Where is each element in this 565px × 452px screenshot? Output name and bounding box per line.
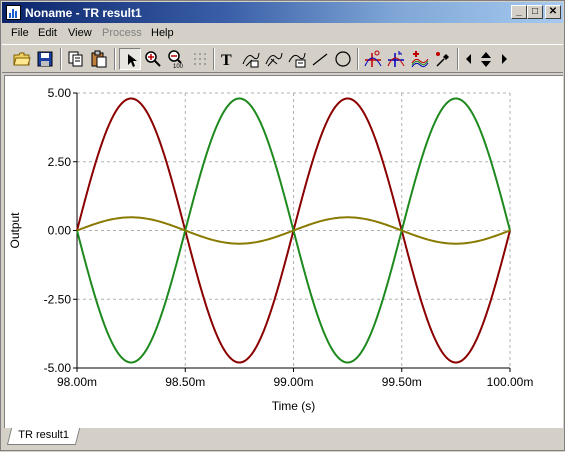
grid-button[interactable] (189, 48, 211, 70)
menu-edit[interactable]: Edit (38, 27, 57, 39)
open-folder-icon (13, 52, 31, 66)
copy-button[interactable] (65, 48, 87, 70)
cursor-a-button[interactable] (362, 48, 384, 70)
window-title: Noname - TR result1 (25, 6, 142, 20)
zoom-out-icon: 100 (168, 50, 184, 68)
zoom-in-button[interactable] (142, 48, 164, 70)
pan-up-down-button[interactable] (477, 48, 497, 70)
menu-bar: File Edit View Process Help (2, 24, 563, 43)
toolbar-separator (114, 48, 116, 70)
x-tick-label: 98.50m (165, 375, 205, 389)
plot-area[interactable]: 98.00m 98.50m 99.00m 99.50m 100.00m 5.00 2.50 0… (4, 75, 563, 428)
title-bar[interactable]: Noname - TR result1 _ □ ✕ (2, 2, 563, 23)
pan-right-icon (502, 54, 507, 64)
y-tick-label: 0.00 (48, 224, 72, 238)
x-tick-label: 99.00m (273, 375, 313, 389)
pan-right-button[interactable] (498, 48, 512, 70)
curve-cursor-b-icon (265, 52, 283, 67)
color-picker-icon (436, 52, 449, 67)
zoom-in-icon (145, 51, 161, 67)
menu-help[interactable]: Help (151, 27, 174, 39)
pan-left-button[interactable] (463, 48, 477, 70)
y-tick-label: 5.00 (48, 86, 72, 100)
toolbar-separator (457, 48, 459, 70)
line-tool-button[interactable] (309, 48, 331, 70)
save-icon (37, 51, 53, 67)
copy-icon (68, 51, 83, 67)
cursor-a-icon (364, 50, 382, 67)
save-button[interactable] (34, 48, 56, 70)
ellipse-tool-icon (335, 51, 351, 67)
toolbar-separator (213, 48, 215, 70)
curve-label-button[interactable] (286, 48, 308, 70)
x-tick-label: 99.50m (382, 375, 422, 389)
app-window: Noname - TR result1 _ □ ✕ File Edit View… (0, 0, 565, 451)
tab-strip: TR result1 (1, 428, 565, 452)
pan-left-icon (466, 54, 471, 64)
select-button[interactable] (119, 48, 141, 70)
open-button[interactable] (11, 48, 33, 70)
curve-cursor-a-button[interactable] (240, 48, 262, 70)
paste-icon (91, 50, 107, 68)
toolbar: 100 T (2, 44, 563, 73)
select-arrow-icon (128, 54, 137, 67)
tab-tr-result1[interactable]: TR result1 (6, 428, 80, 445)
x-tick-label: 98.00m (57, 375, 97, 389)
x-tick-label: 100.00m (487, 375, 534, 389)
add-curves-button[interactable] (409, 48, 431, 70)
y-tick-label: -5.00 (44, 361, 72, 375)
menu-view[interactable]: View (68, 27, 92, 39)
chart-axes (73, 92, 511, 372)
toolbar-separator (357, 48, 359, 70)
chart[interactable]: 98.00m 98.50m 99.00m 99.50m 100.00m 5.00 2.50 0… (5, 76, 563, 428)
curve-cursor-b-button[interactable] (263, 48, 285, 70)
grid-icon (194, 53, 206, 65)
pan-up-down-icon (481, 52, 491, 67)
x-axis-label: Time (s) (272, 399, 316, 413)
text-tool-icon: T (221, 52, 232, 68)
zoom-out-button[interactable]: 100 (165, 48, 187, 70)
zoom-out-label: 100 (173, 64, 184, 68)
maximize-button[interactable]: □ (527, 5, 543, 19)
cursor-b-button[interactable] (385, 48, 407, 70)
y-tick-label: 2.50 (48, 155, 72, 169)
toolbar-separator (60, 48, 62, 70)
menu-file[interactable]: File (11, 27, 29, 39)
cursor-b-icon (387, 51, 405, 67)
minimize-button[interactable]: _ (511, 5, 527, 19)
text-tool-label: T (221, 52, 232, 68)
line-tool-icon (312, 53, 328, 66)
tab-label: TR result1 (18, 429, 69, 441)
y-tick-label: -2.50 (44, 292, 72, 306)
close-button[interactable]: ✕ (545, 5, 561, 19)
chart-tick-labels: 98.00m 98.50m 99.00m 99.50m 100.00m 5.00 2.50 0… (44, 86, 534, 389)
add-curves-icon (411, 51, 429, 68)
color-picker-button[interactable] (432, 48, 454, 70)
curve-label-icon (288, 52, 306, 68)
menu-process[interactable]: Process (102, 27, 142, 39)
curve-cursor-a-icon (242, 52, 260, 68)
app-icon[interactable] (6, 5, 21, 20)
text-tool-button[interactable]: T (217, 48, 239, 70)
ellipse-tool-button[interactable] (332, 48, 354, 70)
y-axis-label: Output (8, 212, 22, 249)
paste-button[interactable] (88, 48, 110, 70)
